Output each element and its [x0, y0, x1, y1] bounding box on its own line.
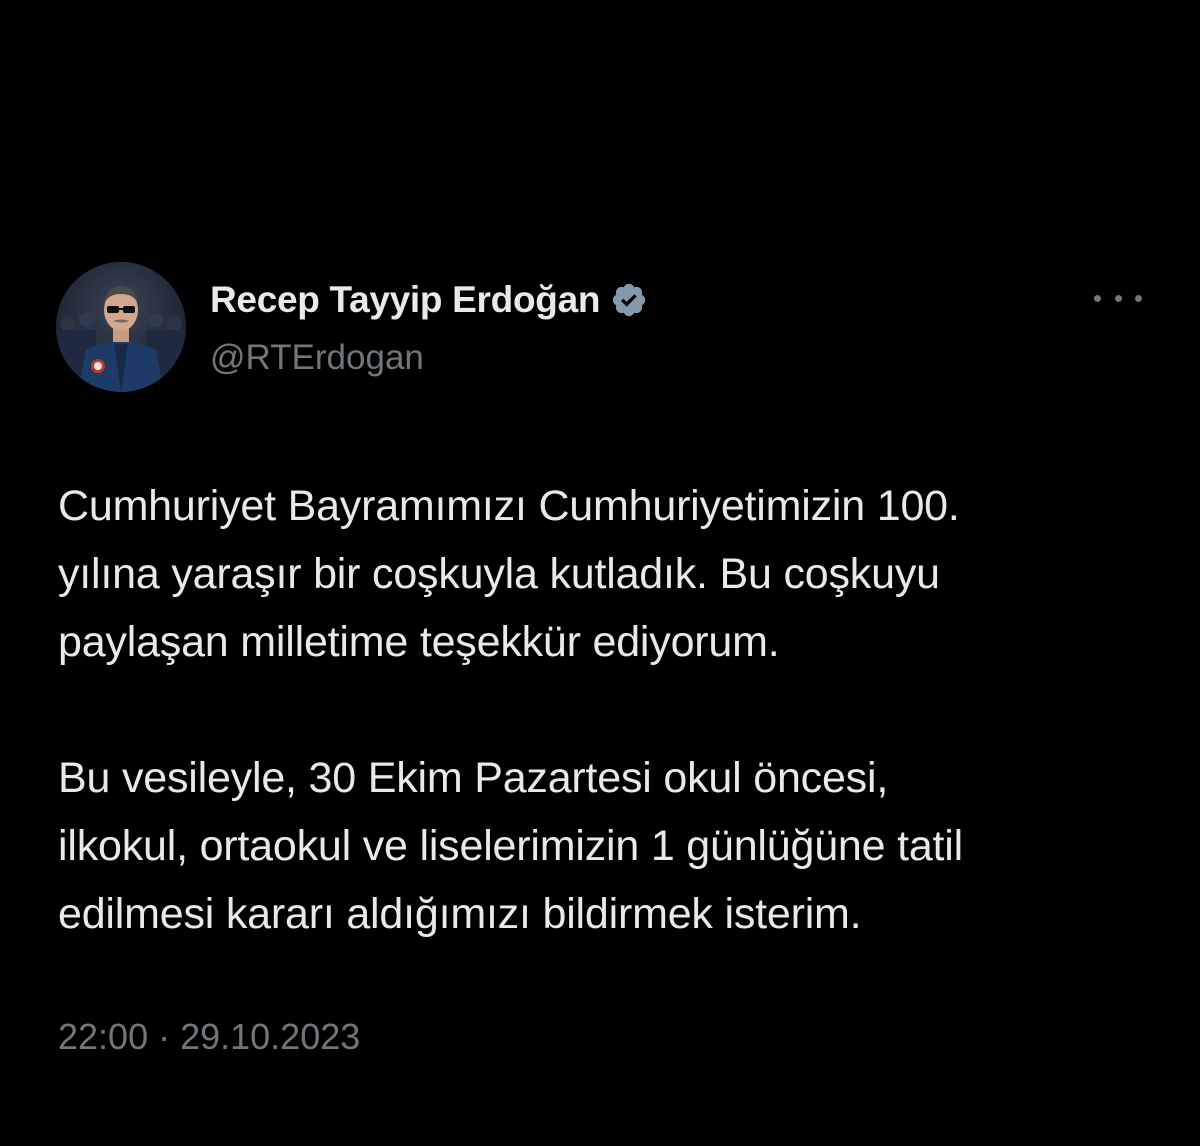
- tweet-time: 22:00: [58, 1016, 149, 1057]
- display-name[interactable]: Recep Tayyip Erdoğan: [210, 279, 600, 321]
- tweet-paragraph: Bu vesileyle, 30 Ekim Pazartesi okul önc…: [58, 754, 964, 938]
- verified-badge-icon[interactable]: [610, 281, 648, 319]
- dot-icon: [1114, 294, 1122, 302]
- avatar[interactable]: [56, 262, 186, 392]
- tweet-paragraph: Cumhuriyet Bayramımızı Cumhuriyetimizin …: [58, 482, 960, 666]
- profile-photo: [56, 262, 186, 392]
- name-row: Recep Tayyip Erdoğan: [210, 276, 648, 324]
- tweet-card: Recep Tayyip Erdoğan @RTErdogan Cumhuriy…: [0, 0, 1200, 1146]
- tweet-text: Cumhuriyet Bayramımızı Cumhuriyetimizin …: [58, 472, 1168, 948]
- timestamp[interactable]: 22:00 · 29.10.2023: [58, 1016, 360, 1058]
- more-options-icon[interactable]: [1094, 284, 1142, 312]
- timestamp-separator: ·: [148, 1016, 181, 1057]
- dot-icon: [1135, 294, 1142, 302]
- user-handle[interactable]: @RTErdogan: [210, 338, 648, 378]
- tweet-date: 29.10.2023: [180, 1016, 361, 1057]
- author-info: Recep Tayyip Erdoğan @RTErdogan: [210, 276, 648, 378]
- dot-icon: [1094, 294, 1101, 302]
